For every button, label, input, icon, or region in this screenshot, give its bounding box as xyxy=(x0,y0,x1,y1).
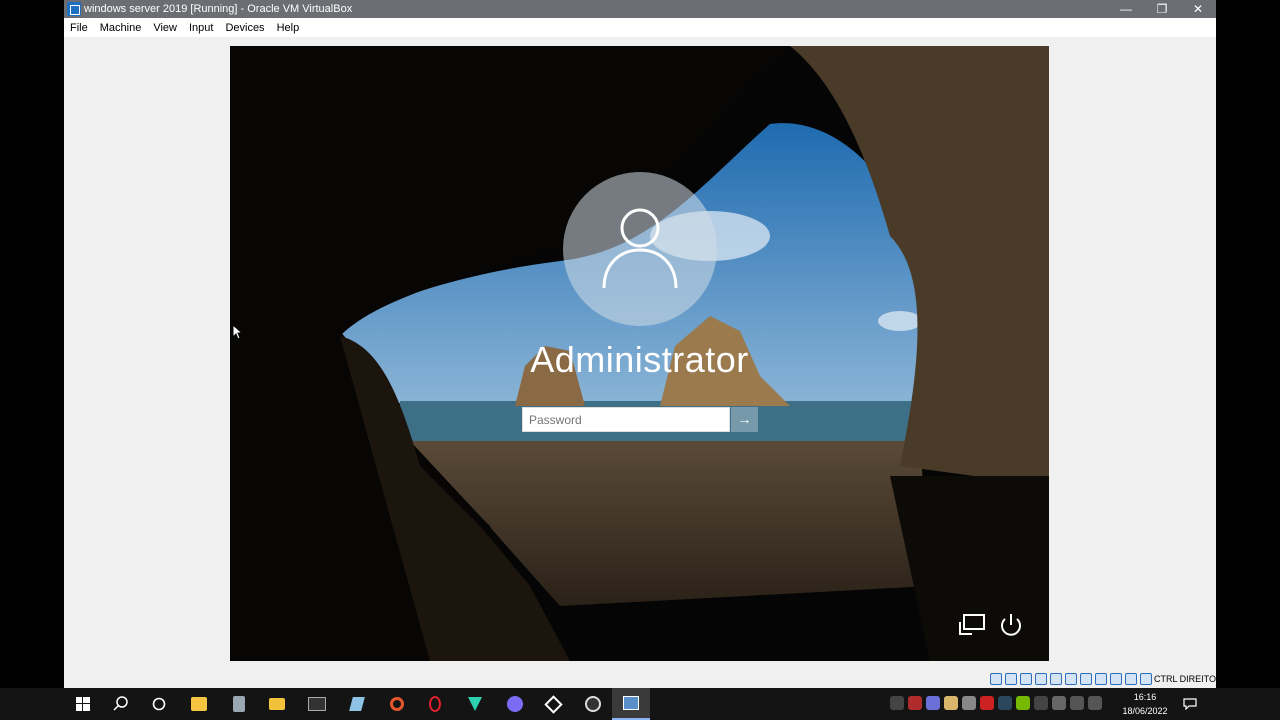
window-title: windows server 2019 [Running] - Oracle V… xyxy=(84,3,353,15)
search-icon xyxy=(113,696,128,711)
optical-drive-icon[interactable] xyxy=(1005,673,1017,685)
taskbar-file-explorer[interactable] xyxy=(258,688,296,720)
taskbar-obs[interactable] xyxy=(574,688,612,720)
close-button[interactable]: ✕ xyxy=(1180,0,1216,18)
tray-app-icon-5[interactable] xyxy=(980,696,994,710)
cpu-icon[interactable] xyxy=(1110,673,1122,685)
menu-view[interactable]: View xyxy=(147,22,183,34)
taskbar-store[interactable] xyxy=(180,688,218,720)
tray-app-icon-3[interactable] xyxy=(944,696,958,710)
vm-status-bar: CTRL DIREITO xyxy=(64,671,1216,687)
system-tray xyxy=(890,696,1102,712)
taskbar-clock[interactable]: 16:16 18/06/2022 xyxy=(1120,690,1170,718)
display-icon[interactable] xyxy=(1080,673,1092,685)
user-avatar xyxy=(563,172,717,326)
restore-button[interactable]: ❐ xyxy=(1144,0,1180,18)
mouse-integration-icon[interactable] xyxy=(1125,673,1137,685)
store-icon xyxy=(191,697,207,711)
taskbar-notepad[interactable] xyxy=(338,688,376,720)
account-name: Administrator xyxy=(530,339,749,380)
network-adapter-icon[interactable] xyxy=(1035,673,1047,685)
network-icon[interactable] xyxy=(958,612,988,638)
tray-defender-icon[interactable] xyxy=(1034,696,1048,710)
virtualbox-window: windows server 2019 [Running] - Oracle V… xyxy=(64,0,1216,720)
shield-icon xyxy=(468,697,482,711)
obs-icon xyxy=(585,696,601,712)
menu-file[interactable]: File xyxy=(64,22,94,34)
menu-help[interactable]: Help xyxy=(271,22,306,34)
tray-nvidia-icon[interactable] xyxy=(1016,696,1030,710)
usb-icon[interactable] xyxy=(1050,673,1062,685)
recording-icon[interactable] xyxy=(1095,673,1107,685)
start-button[interactable] xyxy=(64,688,102,720)
minimize-button[interactable]: — xyxy=(1108,0,1144,18)
menu-input[interactable]: Input xyxy=(183,22,219,34)
action-center-button[interactable] xyxy=(1176,688,1204,720)
taskbar-vpn[interactable] xyxy=(456,688,494,720)
search-button[interactable] xyxy=(102,688,140,720)
calculator-icon xyxy=(233,696,245,712)
submit-arrow-button[interactable]: → xyxy=(731,407,758,432)
tray-volume-icon[interactable] xyxy=(1088,696,1102,710)
menu-bar: File Machine View Input Devices Help xyxy=(64,18,1216,37)
tray-app-icon-1[interactable] xyxy=(890,696,904,710)
host-key-label: CTRL DIREITO xyxy=(1153,674,1216,684)
tray-network-icon[interactable] xyxy=(1070,696,1084,710)
virtualbox-app-icon xyxy=(67,2,81,16)
discord-icon xyxy=(507,696,523,712)
password-input[interactable] xyxy=(522,407,730,432)
virtualbox-icon xyxy=(623,696,639,710)
cube-icon xyxy=(543,694,563,714)
tray-microphone-icon[interactable] xyxy=(1052,696,1066,710)
taskbar-3d-app[interactable] xyxy=(534,688,572,720)
windows-logo-icon xyxy=(76,697,90,711)
shared-folders-icon[interactable] xyxy=(1065,673,1077,685)
opera-icon xyxy=(429,696,441,712)
power-icon[interactable] xyxy=(996,612,1026,638)
keyboard-icon[interactable] xyxy=(1140,673,1152,685)
tray-app-icon-2[interactable] xyxy=(908,696,922,710)
tray-steam-icon[interactable] xyxy=(998,696,1012,710)
media-player-icon xyxy=(390,697,404,711)
menu-devices[interactable]: Devices xyxy=(219,22,270,34)
mouse-cursor-icon xyxy=(232,324,242,340)
cortana-circle-icon xyxy=(152,697,166,711)
vm-display[interactable]: Administrator → xyxy=(230,46,1049,661)
tray-discord-icon[interactable] xyxy=(926,696,940,710)
clock-date: 18/06/2022 xyxy=(1122,706,1168,716)
password-box: → xyxy=(522,407,758,434)
windows-taskbar xyxy=(0,688,1280,720)
hard-disk-icon[interactable] xyxy=(990,673,1002,685)
menu-machine[interactable]: Machine xyxy=(94,22,148,34)
clock-time: 16:16 xyxy=(1133,692,1157,702)
title-bar[interactable]: windows server 2019 [Running] - Oracle V… xyxy=(64,0,1216,18)
taskbar-terminal[interactable] xyxy=(298,688,336,720)
notepad-icon xyxy=(349,697,365,711)
taskbar-opera[interactable] xyxy=(416,688,454,720)
tray-app-icon-4[interactable] xyxy=(962,696,976,710)
taskbar-calculator[interactable] xyxy=(220,688,258,720)
taskbar-discord[interactable] xyxy=(496,688,534,720)
cortana-button[interactable] xyxy=(140,688,178,720)
notification-icon xyxy=(1183,698,1197,710)
taskbar-virtualbox[interactable] xyxy=(612,688,650,720)
terminal-icon xyxy=(308,697,326,711)
user-icon xyxy=(602,208,678,288)
folder-icon xyxy=(269,698,285,710)
audio-icon[interactable] xyxy=(1020,673,1032,685)
taskbar-media-player[interactable] xyxy=(378,688,416,720)
